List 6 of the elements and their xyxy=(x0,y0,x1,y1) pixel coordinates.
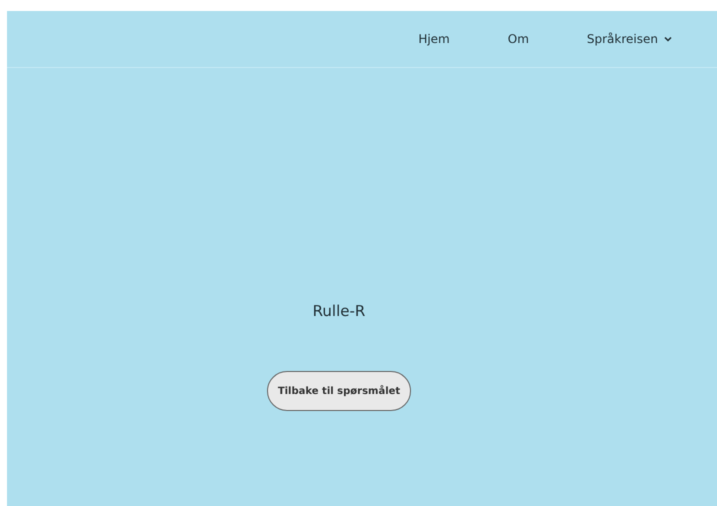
chevron-down-icon xyxy=(664,36,672,42)
nav-link[interactable]: Hjem xyxy=(389,28,479,50)
nav-menu-link[interactable]: Språkreisen xyxy=(558,28,701,50)
back-button[interactable]: Tilbake til spørsmålet xyxy=(266,371,412,411)
nav-link[interactable]: Om xyxy=(478,28,558,50)
heading: Rulle-R xyxy=(312,302,366,320)
